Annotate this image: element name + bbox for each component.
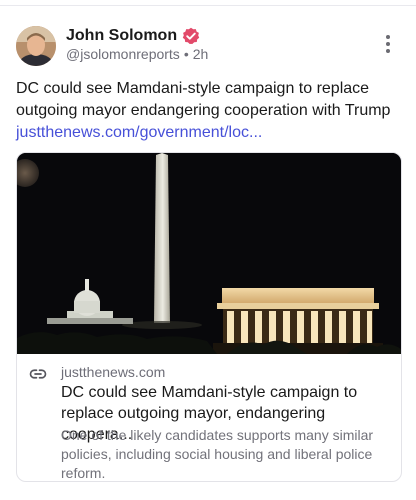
post-meta: @jsolomonreports • 2h [66,46,208,62]
author-name-row: John Solomon [66,25,200,47]
link-preview-image[interactable] [17,153,401,354]
post-text: DC could see Mamdani-style campaign to r… [16,80,391,119]
link-icon [29,365,47,383]
post[interactable]: John Solomon @jsolomonreports • 2h DC co… [0,6,416,500]
author-display-name[interactable]: John Solomon [66,27,177,45]
link-description: One of the likely candidates supports ma… [61,427,374,481]
vertical-ellipsis-icon [386,35,390,39]
link-domain: justthenews.com [61,364,166,380]
washington-dc-night-skyline-photo [17,153,401,354]
author-handle[interactable]: @jsolomonreports [66,46,180,62]
meta-separator: • [183,46,189,62]
ellipsis-dot [386,42,390,46]
avatar[interactable] [16,26,56,66]
link-preview-card[interactable]: justthenews.com DC could see Mamdani-sty… [16,152,402,482]
post-link[interactable]: justthenews.com/government/loc... [16,122,406,144]
post-timestamp[interactable]: 2h [193,46,209,62]
verified-badge-icon [182,27,200,45]
more-options-button[interactable] [376,32,400,56]
ellipsis-dot [386,49,390,53]
post-body: DC could see Mamdani-style campaign to r… [16,78,406,144]
